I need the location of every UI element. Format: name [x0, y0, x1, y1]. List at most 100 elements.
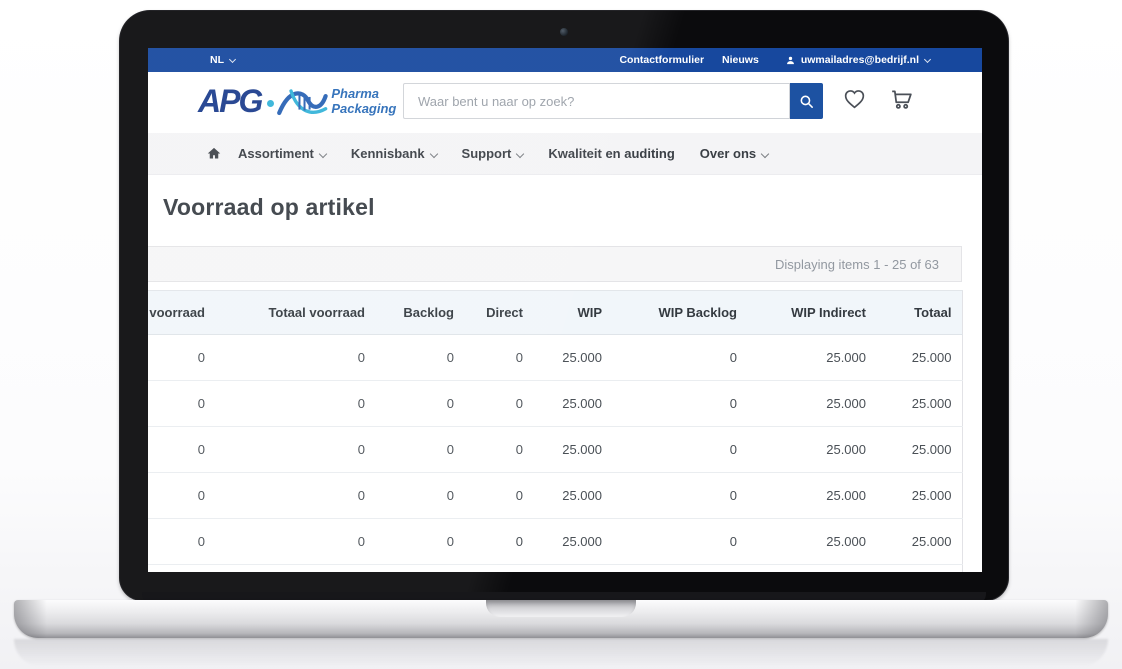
- top-utility-bar: NL Contactformulier Nieuws uwmailadres@b…: [148, 48, 982, 72]
- table-row[interactable]: 0 0 0 0 25.000 0 25.000 25.000: [148, 519, 962, 565]
- table-header-row: voorraad Totaal voorraad Backlog Direct …: [148, 291, 962, 335]
- logo-tagline: Pharma Packaging: [331, 87, 396, 117]
- pagination-status-bar: Displaying items 1 - 25 of 63: [148, 246, 962, 282]
- wishlist-button[interactable]: [841, 86, 868, 114]
- table-cell: 25.000: [876, 427, 962, 473]
- nav-item-kennisbank[interactable]: Kennisbank: [351, 146, 437, 161]
- table-cell: 0: [148, 381, 215, 427]
- table-cell: 0: [375, 335, 464, 381]
- user-email: uwmailadres@bedrijf.nl: [801, 54, 919, 66]
- table-cell: 0: [464, 473, 533, 519]
- table-cell: 0: [375, 381, 464, 427]
- table-cell: 0: [215, 427, 375, 473]
- chevron-down-icon: [229, 56, 236, 63]
- table-cell: 0: [612, 473, 747, 519]
- table-cell: 25.000: [533, 335, 612, 381]
- search-icon: [798, 93, 815, 110]
- main-navigation: Assortiment Kennisbank Support Kwaliteit…: [148, 133, 982, 175]
- table-cell: 25.000: [747, 335, 876, 381]
- nav-item-kwaliteit[interactable]: Kwaliteit en auditing: [548, 146, 674, 161]
- table-row[interactable]: 0 0 0 0 25.000 0 25.000 25.000: [148, 427, 962, 473]
- column-header: Direct: [464, 291, 533, 335]
- site-logo[interactable]: APG Pharma Packaging: [198, 80, 396, 122]
- cart-button[interactable]: [887, 85, 916, 116]
- language-selector[interactable]: NL: [210, 54, 235, 66]
- table-row-partial: [148, 565, 962, 573]
- table-cell: 25.000: [876, 519, 962, 565]
- column-header: Totaal: [876, 291, 962, 335]
- search-button[interactable]: [790, 83, 823, 119]
- laptop-mockup: NL Contactformulier Nieuws uwmailadres@b…: [0, 0, 1122, 669]
- home-nav-button[interactable]: [206, 146, 222, 161]
- laptop-base: [14, 600, 1108, 638]
- table-cell: 0: [612, 381, 747, 427]
- chevron-down-icon: [319, 149, 327, 157]
- user-icon: [785, 55, 796, 66]
- search-bar: [403, 83, 823, 119]
- news-link[interactable]: Nieuws: [722, 54, 759, 66]
- stock-table: voorraad Totaal voorraad Backlog Direct …: [148, 290, 963, 572]
- table-cell: 0: [215, 473, 375, 519]
- column-header: WIP Backlog: [612, 291, 747, 335]
- table-cell: 25.000: [533, 427, 612, 473]
- table-row[interactable]: 0 0 0 0 25.000 0 25.000 25.000: [148, 473, 962, 519]
- dna-helix-icon: [275, 82, 329, 122]
- laptop-reflection: [14, 639, 1108, 667]
- column-header: WIP Indirect: [747, 291, 876, 335]
- laptop-screen: NL Contactformulier Nieuws uwmailadres@b…: [120, 11, 1008, 600]
- chevron-down-icon: [761, 149, 769, 157]
- table-cell: 0: [215, 381, 375, 427]
- chevron-down-icon: [924, 55, 931, 62]
- logo-dot: [267, 100, 274, 107]
- table-cell: 0: [215, 519, 375, 565]
- cart-icon: [887, 85, 916, 113]
- table-cell: 0: [215, 335, 375, 381]
- table-cell: 25.000: [747, 381, 876, 427]
- nav-item-over-ons[interactable]: Over ons: [700, 146, 768, 161]
- table-cell: 0: [464, 519, 533, 565]
- stock-table-card: Displaying items 1 - 25 of 63 voorraad T…: [148, 246, 962, 572]
- webcam-dot: [560, 28, 568, 36]
- heart-icon: [841, 86, 868, 111]
- table-cell: 0: [612, 335, 747, 381]
- laptop-thumb-notch: [486, 600, 636, 617]
- table-row[interactable]: 0 0 0 0 25.000 0 25.000 25.000: [148, 381, 962, 427]
- chevron-down-icon: [429, 149, 437, 157]
- table-cell: 25.000: [533, 381, 612, 427]
- logo-text: APG: [198, 80, 261, 122]
- contact-link[interactable]: Contactformulier: [619, 54, 704, 66]
- table-cell: 25.000: [747, 427, 876, 473]
- language-label: NL: [210, 54, 224, 66]
- account-menu[interactable]: uwmailadres@bedrijf.nl: [785, 54, 930, 66]
- displaying-items-text: Displaying items 1 - 25 of 63: [775, 257, 939, 272]
- table-cell: 0: [464, 335, 533, 381]
- table-cell: 0: [612, 519, 747, 565]
- column-header: voorraad: [148, 291, 215, 335]
- table-cell: 25.000: [533, 473, 612, 519]
- table-cell: 0: [375, 473, 464, 519]
- table-cell: 0: [464, 427, 533, 473]
- table-cell: 25.000: [876, 335, 962, 381]
- nav-item-assortiment[interactable]: Assortiment: [238, 146, 326, 161]
- table-cell: 0: [148, 335, 215, 381]
- home-icon: [206, 146, 222, 161]
- column-header: WIP: [533, 291, 612, 335]
- table-cell: 0: [464, 381, 533, 427]
- search-input[interactable]: [403, 83, 790, 119]
- nav-item-support[interactable]: Support: [462, 146, 524, 161]
- table-cell: 0: [375, 519, 464, 565]
- table-cell: 0: [148, 519, 215, 565]
- table-cell: 0: [148, 473, 215, 519]
- chevron-down-icon: [516, 149, 524, 157]
- table-cell: 25.000: [747, 473, 876, 519]
- column-header: Backlog: [375, 291, 464, 335]
- table-cell: 25.000: [876, 381, 962, 427]
- page-title: Voorraad op artikel: [163, 194, 375, 221]
- table-cell: 25.000: [747, 519, 876, 565]
- table-cell: 0: [148, 427, 215, 473]
- column-header: Totaal voorraad: [215, 291, 375, 335]
- table-row[interactable]: 0 0 0 0 25.000 0 25.000 25.000: [148, 335, 962, 381]
- table-cell: 25.000: [533, 519, 612, 565]
- table-cell: 25.000: [876, 473, 962, 519]
- browser-viewport: NL Contactformulier Nieuws uwmailadres@b…: [148, 48, 982, 572]
